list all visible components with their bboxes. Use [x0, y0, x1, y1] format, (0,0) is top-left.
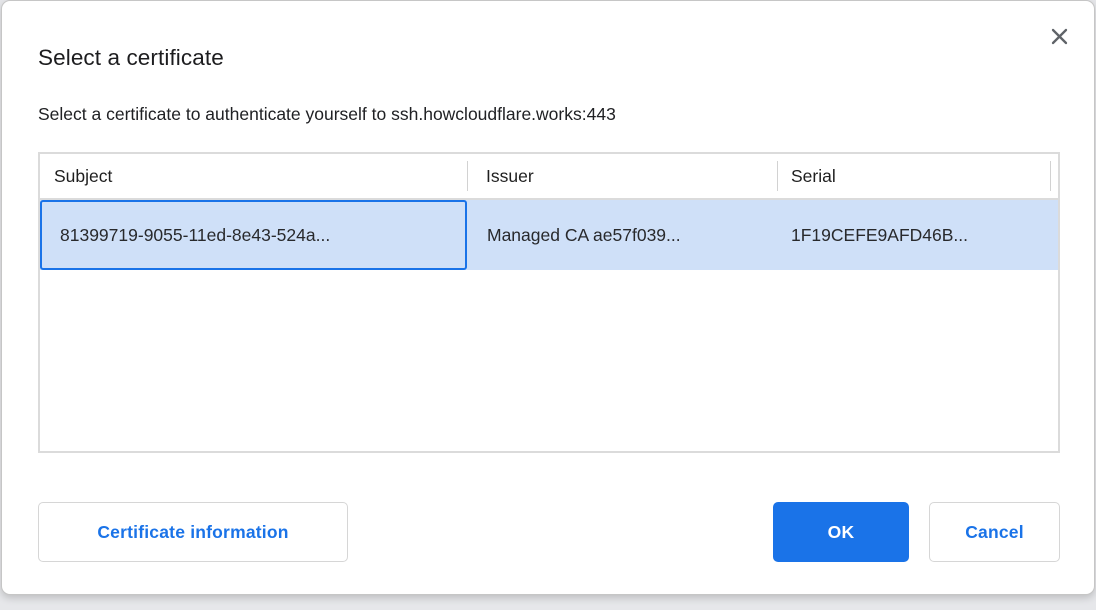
table-body: 81399719-9055-11ed-8e43-524a... Managed …	[40, 200, 1058, 270]
dialog-subtitle: Select a certificate to authenticate you…	[38, 104, 616, 125]
certificate-table: Subject Issuer Serial 81399719-9055-11ed…	[38, 152, 1060, 453]
cancel-button[interactable]: Cancel	[929, 502, 1060, 562]
column-header-issuer: Issuer	[467, 154, 777, 198]
serial-cell: 1F19CEFE9AFD46B...	[777, 200, 1058, 270]
column-header-subject: Subject	[40, 154, 467, 198]
certificate-row-selected[interactable]: 81399719-9055-11ed-8e43-524a... Managed …	[40, 200, 1058, 270]
actions-spacer	[348, 502, 773, 562]
close-icon	[1050, 27, 1069, 46]
ok-button[interactable]: OK	[773, 502, 909, 562]
subject-cell[interactable]: 81399719-9055-11ed-8e43-524a...	[40, 200, 467, 270]
column-header-gutter	[1050, 154, 1058, 198]
certificate-select-dialog: Select a certificate Select a certificat…	[1, 0, 1095, 595]
close-button[interactable]	[1044, 21, 1074, 51]
dialog-actions: Certificate information OK Cancel	[38, 502, 1060, 562]
dialog-title: Select a certificate	[38, 45, 224, 71]
issuer-cell: Managed CA ae57f039...	[467, 200, 777, 270]
certificate-information-button[interactable]: Certificate information	[38, 502, 348, 562]
table-header: Subject Issuer Serial	[40, 154, 1058, 200]
column-header-serial: Serial	[777, 154, 1050, 198]
